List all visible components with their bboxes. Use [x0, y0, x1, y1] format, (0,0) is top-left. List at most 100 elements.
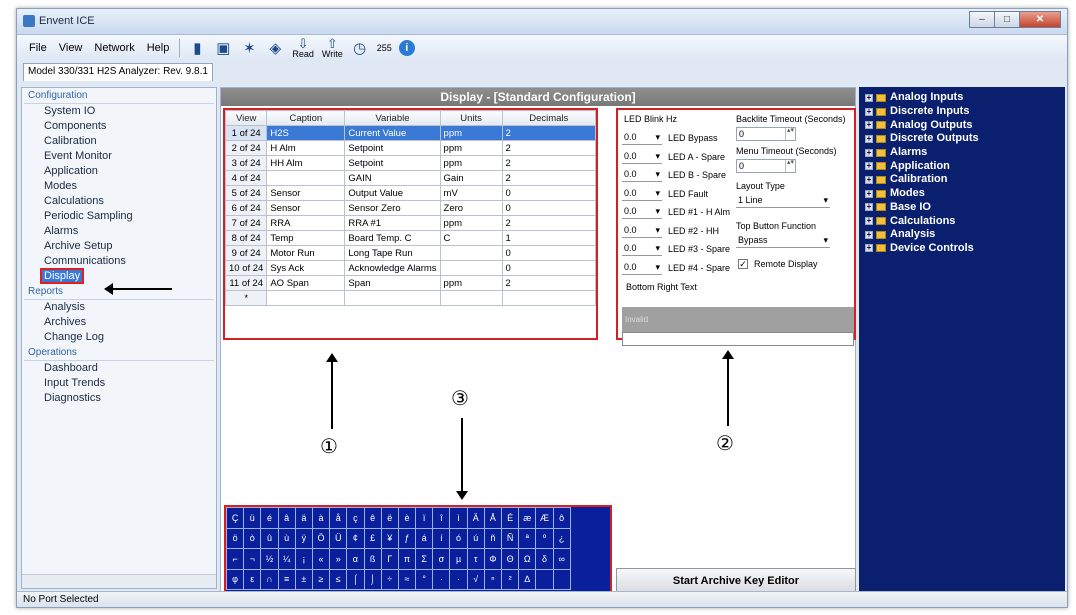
device-tab[interactable]: Model 330/331 H2S Analyzer: Rev. 9.8.1 [23, 63, 213, 81]
nav-item-application[interactable]: Application [22, 164, 216, 179]
char-key[interactable]: ° [415, 568, 434, 590]
cell-caption[interactable]: Motor Run [266, 245, 346, 261]
char-key[interactable]: è [397, 507, 417, 529]
char-key[interactable]: √ [466, 568, 485, 590]
column-header-units[interactable]: Units [439, 110, 503, 126]
table-row[interactable]: 5 of 24 Sensor Output Value mV 0 [224, 185, 597, 201]
cell-variable[interactable]: Output Value [344, 185, 441, 201]
cell-decimals[interactable]: 0 [501, 200, 597, 216]
char-key[interactable]: ≤ [329, 568, 348, 590]
top-button-function-select[interactable]: Bypass [736, 233, 830, 248]
char-key[interactable]: ô [552, 507, 571, 529]
nav-item-system-io[interactable]: System IO [22, 104, 216, 119]
char-key[interactable] [535, 568, 554, 590]
char-key[interactable]: ò [243, 527, 262, 549]
cell-view[interactable]: 2 of 24 [224, 140, 268, 156]
char-key[interactable]: £ [363, 527, 382, 549]
char-key[interactable]: ½ [260, 548, 279, 570]
expand-icon[interactable]: + [865, 148, 873, 157]
char-key[interactable]: ² [500, 568, 520, 590]
char-key[interactable]: ú [466, 527, 485, 549]
char-key[interactable]: Ü [329, 527, 348, 549]
tree-node[interactable]: + Analog Outputs [865, 118, 1065, 132]
horizontal-scrollbar[interactable] [22, 574, 216, 588]
cell-caption[interactable]: Sensor [266, 185, 346, 201]
cell-decimals[interactable]: 2 [501, 125, 597, 141]
tree-node[interactable]: + Alarms [865, 146, 1065, 160]
char-key[interactable]: Γ [380, 548, 399, 570]
cell-units[interactable] [439, 290, 503, 306]
cell-view[interactable]: 1 of 24 [224, 125, 268, 141]
table-row[interactable]: 10 of 24 Sys Ack Acknowledge Alarms 0 [224, 260, 597, 276]
table-row[interactable]: 1 of 24 H2S Current Value ppm 2 [224, 125, 597, 141]
nav-item-change-log[interactable]: Change Log [22, 330, 216, 345]
char-key[interactable]: ⌡ [363, 568, 382, 590]
close-button[interactable]: ✕ [1019, 11, 1061, 28]
tree-node[interactable]: + Discrete Outputs [865, 132, 1065, 146]
cell-caption[interactable]: RRA [266, 215, 346, 231]
char-key[interactable]: Θ [500, 548, 520, 570]
minimize-button[interactable]: – [969, 11, 995, 28]
char-key[interactable]: ∩ [260, 568, 279, 590]
char-key[interactable]: â [277, 507, 296, 529]
cell-variable[interactable]: RRA #1 [344, 215, 441, 231]
menu-view[interactable]: View [59, 42, 83, 54]
tree-node[interactable]: + Calculations [865, 214, 1065, 228]
cell-decimals[interactable]: 0 [501, 245, 597, 261]
char-key[interactable]: ï [415, 507, 434, 529]
char-key[interactable]: δ [535, 548, 554, 570]
expand-icon[interactable]: + [865, 217, 873, 226]
led-blink-select[interactable]: 0.0 [622, 149, 662, 164]
tree-node[interactable]: + Application [865, 159, 1065, 173]
char-key[interactable]: ≈ [397, 568, 417, 590]
char-key[interactable]: ⌐ [225, 548, 245, 570]
expand-icon[interactable]: + [865, 134, 873, 143]
char-key[interactable]: æ [518, 507, 537, 529]
led-blink-select[interactable]: 0.0 [622, 167, 662, 182]
led-blink-select[interactable]: 0.0 [622, 204, 662, 219]
bottom-right-text-input[interactable] [622, 332, 854, 346]
char-key[interactable]: » [329, 548, 348, 570]
char-key[interactable]: Φ [483, 548, 503, 570]
cell-caption[interactable]: Sensor [266, 200, 346, 216]
expand-icon[interactable]: + [865, 203, 873, 212]
char-key[interactable]: ÿ [294, 527, 313, 549]
cell-variable[interactable]: Acknowledge Alarms [344, 260, 441, 276]
table-row[interactable]: 9 of 24 Motor Run Long Tape Run 0 [224, 245, 597, 261]
save-icon[interactable]: ▣ [213, 38, 233, 58]
write-button[interactable]: ⇧ Write [322, 37, 343, 59]
spinner-icon[interactable]: ▴▾ [785, 159, 795, 172]
expand-icon[interactable]: + [865, 162, 873, 171]
cell-variable[interactable]: GAIN [344, 170, 441, 186]
tree-node[interactable]: + Device Controls [865, 242, 1065, 256]
spinner-icon[interactable]: ▴▾ [785, 127, 795, 140]
nav-item-event-monitor[interactable]: Event Monitor [22, 149, 216, 164]
cell-decimals[interactable] [501, 290, 597, 306]
cell-view[interactable]: 9 of 24 [224, 245, 268, 261]
led-blink-select[interactable]: 0.0 [622, 130, 662, 145]
char-key[interactable]: ó [449, 527, 468, 549]
char-key[interactable]: é [260, 507, 279, 529]
char-key[interactable]: ñ [483, 527, 503, 549]
read-button[interactable]: ⇩ Read [292, 37, 314, 59]
char-key[interactable]: ∙ [432, 568, 451, 590]
cell-decimals[interactable]: 2 [501, 215, 597, 231]
tree-node[interactable]: + Analog Inputs [865, 91, 1065, 105]
char-key[interactable]: ≡ [277, 568, 296, 590]
cell-variable[interactable]: Span [344, 275, 441, 291]
expand-icon[interactable]: + [865, 244, 873, 253]
column-header-decimals[interactable]: Decimals [501, 110, 597, 126]
cell-decimals[interactable]: 0 [501, 185, 597, 201]
char-key[interactable]: å [329, 507, 348, 529]
column-header-caption[interactable]: Caption [266, 110, 346, 126]
char-key[interactable]: ¥ [380, 527, 399, 549]
tree-node[interactable]: + Analysis [865, 228, 1065, 242]
char-key[interactable]: ∆ [518, 568, 537, 590]
cell-decimals[interactable]: 2 [501, 155, 597, 171]
cell-view[interactable]: 3 of 24 [224, 155, 268, 171]
menu-timeout-input[interactable]: 0 ▴▾ [736, 159, 796, 173]
expand-icon[interactable]: + [865, 189, 873, 198]
cell-variable[interactable]: Current Value [344, 125, 441, 141]
char-key[interactable]: ö [225, 527, 245, 549]
char-key[interactable]: ¼ [277, 548, 296, 570]
